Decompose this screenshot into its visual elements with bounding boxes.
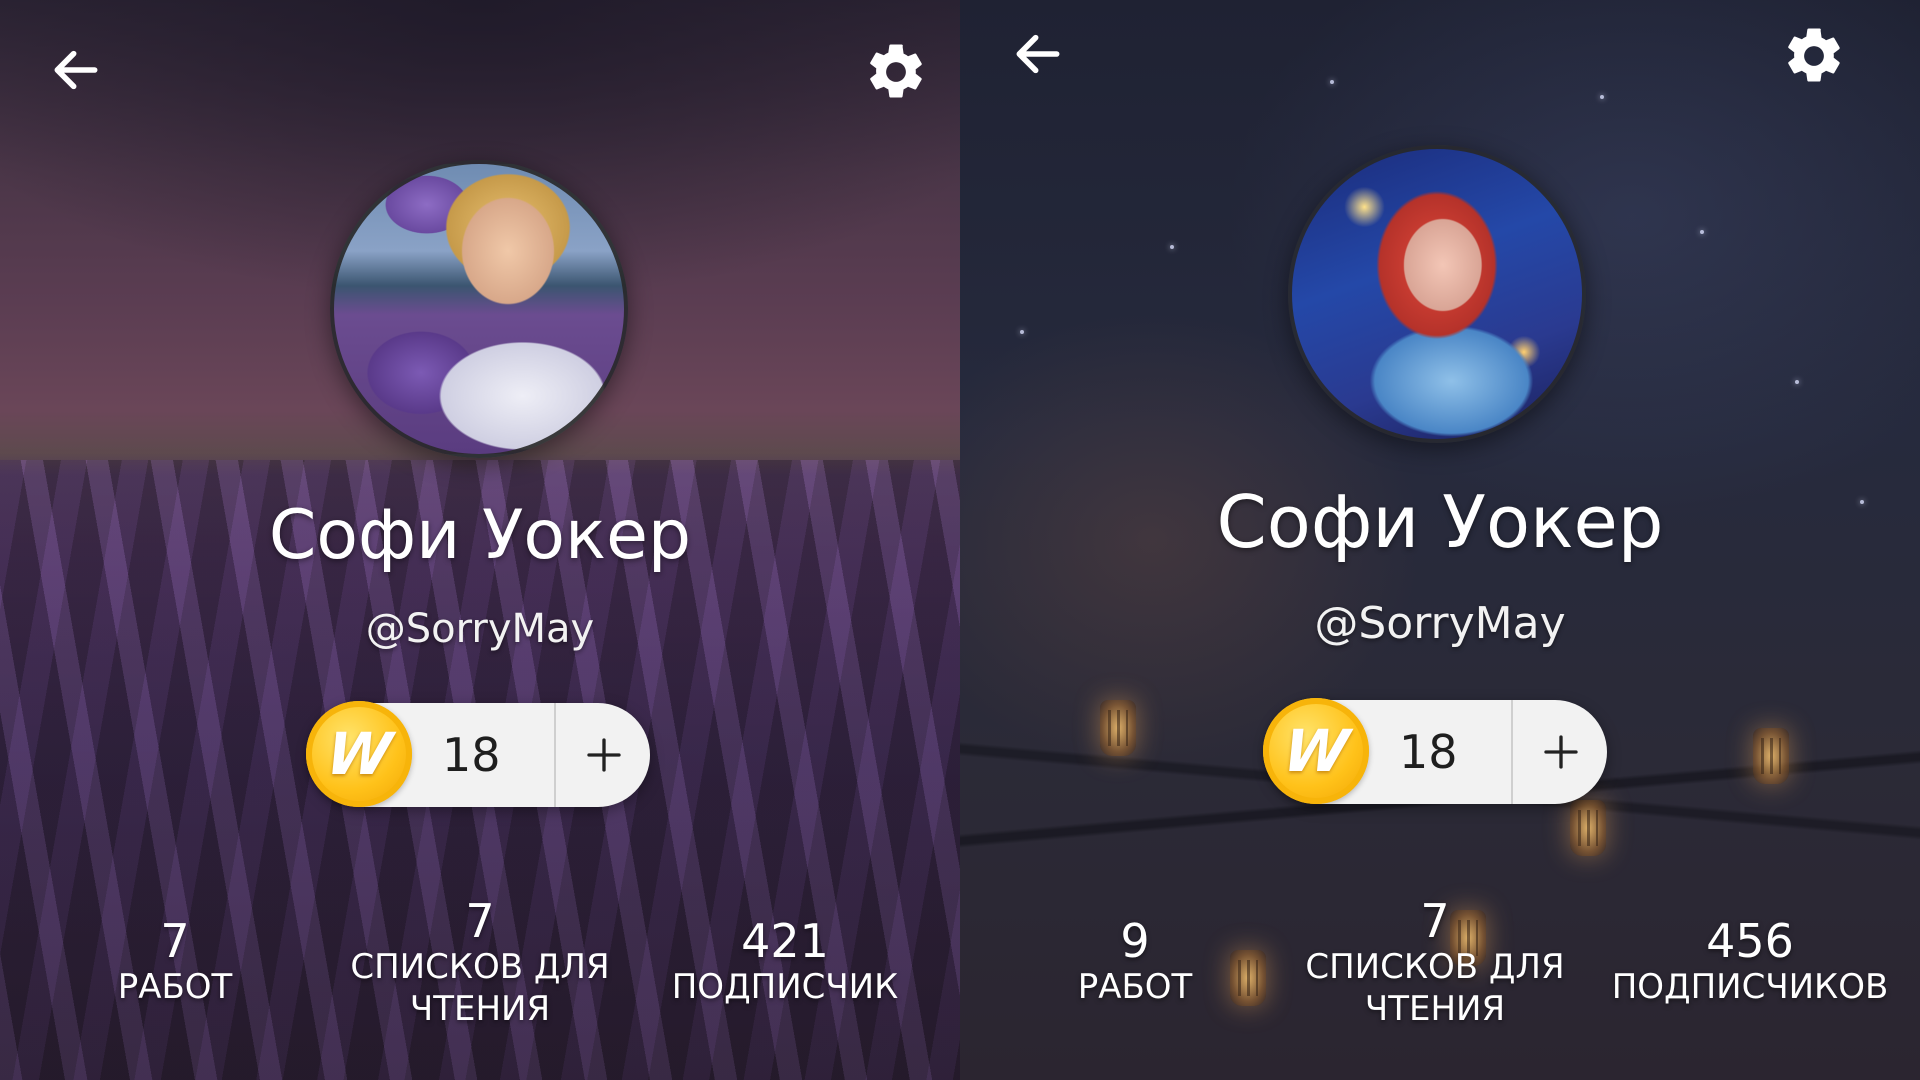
- profile-screen-left: Софи Уокер @SorryMay W 18 7 РАБОТ 7 СПИС…: [0, 0, 960, 1080]
- arrow-left-icon: [54, 50, 98, 90]
- profile-name: Софи Уокер: [1216, 480, 1664, 564]
- stat-works-label: РАБОТ: [117, 967, 233, 1007]
- lantern-decor: [1230, 950, 1266, 1006]
- profile-username: @SorryMay: [1314, 598, 1566, 649]
- coin-balance-pill: W 18: [1263, 698, 1609, 804]
- buy-coins-button[interactable]: [1513, 700, 1609, 804]
- stat-works-value: 7: [160, 914, 190, 968]
- coin-balance-pill: W 18: [306, 701, 652, 807]
- stat-followers[interactable]: 421 ПОДПИСЧИК: [650, 916, 920, 1008]
- back-button[interactable]: [44, 38, 108, 102]
- stat-reading-lists-value: 7: [465, 894, 495, 948]
- profile-avatar[interactable]: [330, 160, 628, 458]
- stat-works[interactable]: 7 РАБОТ: [80, 916, 270, 1008]
- profile-avatar[interactable]: [1288, 145, 1586, 443]
- coin-count: 18: [442, 728, 501, 782]
- profile-screen-right: Софи Уокер @SorryMay W 18 9 РАБОТ 7 СПИС…: [960, 0, 1920, 1080]
- profile-username: @SorryMay: [365, 606, 595, 652]
- wattpad-coin-icon: W: [1263, 698, 1369, 804]
- plus-icon: [587, 738, 621, 772]
- plus-icon: [1544, 735, 1578, 769]
- gear-icon: [1788, 28, 1840, 82]
- wattpad-coin-icon: W: [306, 701, 412, 807]
- lantern-decor: [1753, 728, 1789, 784]
- stat-followers-label: ПОДПИСЧИК: [671, 967, 899, 1007]
- stat-works-value: 9: [1120, 914, 1150, 968]
- stat-followers-value: 456: [1706, 914, 1794, 968]
- settings-button[interactable]: [860, 36, 932, 108]
- stat-works-label: РАБОТ: [1077, 967, 1193, 1007]
- profile-name: Софи Уокер: [268, 496, 692, 575]
- stat-reading-lists-value: 7: [1420, 894, 1450, 948]
- coin-count: 18: [1399, 725, 1458, 779]
- stat-followers-value: 421: [741, 914, 829, 968]
- lantern-decor: [1570, 800, 1606, 856]
- back-button[interactable]: [1006, 22, 1070, 86]
- stat-reading-lists-label: СПИСКОВ ДЛЯ ЧТЕНИЯ: [1305, 947, 1565, 1029]
- stat-followers[interactable]: 456 ПОДПИСЧИКОВ: [1588, 916, 1912, 1008]
- stat-reading-lists[interactable]: 7 СПИСКОВ ДЛЯ ЧТЕНИЯ: [330, 896, 630, 1030]
- stat-followers-label: ПОДПИСЧИКОВ: [1611, 967, 1889, 1007]
- stat-reading-lists[interactable]: 7 СПИСКОВ ДЛЯ ЧТЕНИЯ: [1290, 896, 1580, 1030]
- gear-icon: [870, 44, 922, 98]
- settings-button[interactable]: [1778, 20, 1850, 92]
- arrow-left-icon: [1016, 34, 1060, 74]
- stat-works[interactable]: 9 РАБОТ: [1040, 916, 1230, 1008]
- lantern-decor: [1100, 700, 1136, 756]
- stat-reading-lists-label: СПИСКОВ ДЛЯ ЧТЕНИЯ: [350, 947, 610, 1029]
- buy-coins-button[interactable]: [556, 703, 652, 807]
